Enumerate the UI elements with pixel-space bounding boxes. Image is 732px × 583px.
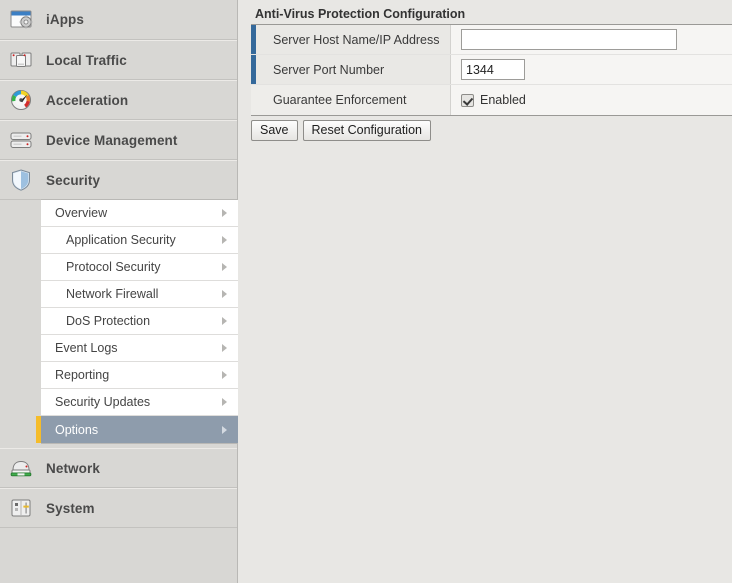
nav-item-system[interactable]: System [0,488,237,528]
system-icon [8,494,38,522]
nav-item-label: Local Traffic [46,53,127,68]
guarantee-enforcement-checkbox[interactable]: Enabled [461,93,526,107]
submenu-item-label: Event Logs [41,341,118,355]
submenu-item-label: Options [41,423,98,437]
submenu-item-label: Security Updates [41,395,150,409]
device-management-icon [8,126,38,154]
nav-item-network[interactable]: Network [0,448,237,488]
submenu-item-network-firewall[interactable]: Network Firewall [41,281,238,308]
submenu-item-application-security[interactable]: Application Security [41,227,238,254]
chevron-right-icon [222,263,227,271]
nav-item-label: Acceleration [46,93,128,108]
nav-item-local-traffic[interactable]: Local Traffic [0,40,237,80]
submenu-item-protocol-security[interactable]: Protocol Security [41,254,238,281]
chevron-right-icon [222,209,227,217]
submenu-item-event-logs[interactable]: Event Logs [41,335,238,362]
submenu-item-label: Overview [41,206,107,220]
network-icon [8,454,38,482]
row-value: Enabled [451,85,732,115]
nav-item-label: System [46,501,95,516]
nav-item-label: Network [46,461,100,476]
chevron-right-icon [222,371,227,379]
nav-item-label: Device Management [46,133,178,148]
selection-accent-bar [36,416,41,443]
required-field-indicator [251,55,256,84]
content-panel: Anti-Virus Protection Configuration Serv… [239,0,732,583]
chevron-right-icon [222,290,227,298]
iapps-icon [8,6,38,34]
chevron-right-icon [222,317,227,325]
server-host-input[interactable] [461,29,677,50]
security-submenu: Overview Application Security Protocol S… [41,199,238,444]
acceleration-icon [8,86,38,114]
local-traffic-icon [8,46,38,74]
chevron-right-icon [222,426,227,434]
row-label: Guarantee Enforcement [251,85,451,115]
save-button[interactable]: Save [251,120,298,141]
checkbox-checked-icon[interactable] [461,94,474,107]
row-value [451,25,732,54]
table-row-server-port: Server Port Number [251,55,732,85]
submenu-item-label: Application Security [41,233,176,247]
reset-configuration-button[interactable]: Reset Configuration [303,120,431,141]
chevron-right-icon [222,398,227,406]
server-port-input[interactable] [461,59,525,80]
nav-item-device-management[interactable]: Device Management [0,120,237,160]
security-shield-icon [8,166,38,194]
row-label: Server Port Number [251,55,451,84]
submenu-item-security-updates[interactable]: Security Updates [41,389,238,416]
submenu-item-label: Network Firewall [41,287,158,301]
submenu-item-reporting[interactable]: Reporting [41,362,238,389]
page-title: Anti-Virus Protection Configuration [255,7,465,21]
submenu-item-label: Protocol Security [41,260,160,274]
submenu-item-dos-protection[interactable]: DoS Protection [41,308,238,335]
application-window: iApps Local Traffic [0,0,732,583]
nav-item-label: Security [46,173,100,188]
nav-item-acceleration[interactable]: Acceleration [0,80,237,120]
required-field-indicator [251,25,256,54]
row-value [451,55,732,84]
nav-item-label: iApps [46,12,84,27]
table-row-server-host: Server Host Name/IP Address [251,25,732,55]
form-button-row: Save Reset Configuration [251,120,431,141]
row-label: Server Host Name/IP Address [251,25,451,54]
nav-bottom-filler [0,528,237,583]
table-row-guarantee-enforcement: Guarantee Enforcement Enabled [251,85,732,115]
submenu-item-options[interactable]: Options [41,416,238,443]
nav-item-security[interactable]: Security [0,160,237,200]
submenu-item-label: Reporting [41,368,109,382]
submenu-item-label: DoS Protection [41,314,150,328]
nav-item-iapps[interactable]: iApps [0,0,237,40]
chevron-right-icon [222,344,227,352]
chevron-right-icon [222,236,227,244]
anti-virus-configuration-table: Server Host Name/IP Address Server Port … [251,24,732,116]
checkbox-label: Enabled [480,93,526,107]
submenu-item-overview[interactable]: Overview [41,200,238,227]
